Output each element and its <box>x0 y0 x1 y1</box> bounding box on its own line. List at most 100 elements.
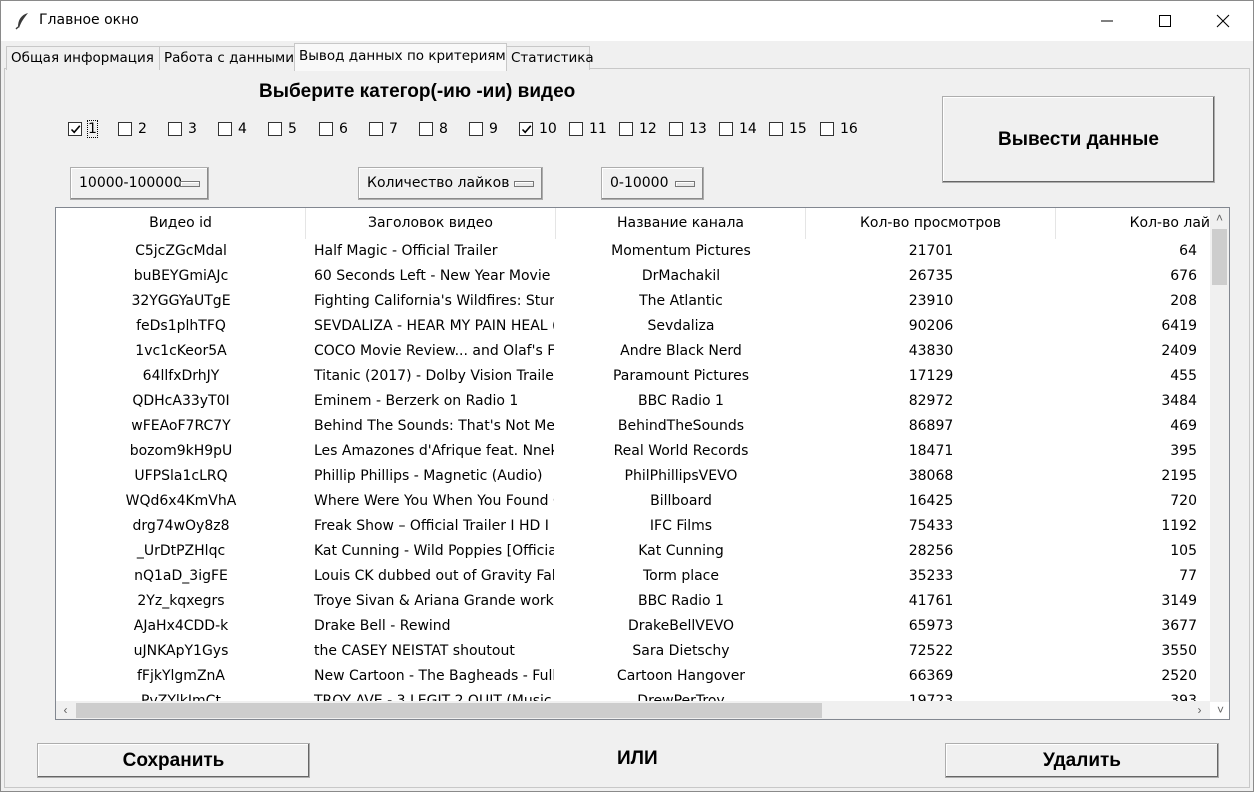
criterion-range-select[interactable]: 0-10000 <box>601 167 704 200</box>
checkbox-unchecked-icon[interactable] <box>419 122 433 136</box>
cell-title: Phillip Phillips - Magnetic (Audio) <box>314 468 543 484</box>
show-data-button[interactable]: Вывести данные <box>942 96 1215 183</box>
checkbox-unchecked-icon[interactable] <box>820 122 834 136</box>
maximize-button[interactable] <box>1136 1 1194 41</box>
checkbox-unchecked-icon[interactable] <box>118 122 132 136</box>
checkbox-unchecked-icon[interactable] <box>369 122 383 136</box>
views-range-select[interactable]: 10000-100000 <box>70 167 209 200</box>
checkbox-unchecked-icon[interactable] <box>669 122 683 136</box>
cell-views: 86897 <box>908 418 954 434</box>
column-header-channel[interactable]: Название канала <box>556 208 806 239</box>
category-checkbox-label: 15 <box>789 121 807 137</box>
check-mark-icon <box>70 125 81 134</box>
table-row[interactable]: uJNKApY1Gys the CASEY NEISTAT shoutout Sar… <box>56 639 1210 664</box>
cell-video-id: 1vc1cKeor5A <box>135 343 227 359</box>
results-table[interactable]: Видео id Заголовок видео Название канала… <box>55 207 1230 720</box>
cell-views: 26735 <box>908 268 954 284</box>
views-range-value: 10000-100000 <box>79 175 183 191</box>
cell-channel: Real World Records <box>613 443 749 459</box>
scroll-left-icon[interactable]: ‹ <box>57 702 74 719</box>
checkbox-unchecked-icon[interactable] <box>769 122 783 136</box>
checkbox-unchecked-icon[interactable] <box>319 122 333 136</box>
checkbox-unchecked-icon[interactable] <box>569 122 583 136</box>
table-row[interactable]: AJaHx4CDD-k Drake Bell - Rewind DrakeBellV… <box>56 614 1210 639</box>
scroll-up-icon[interactable]: ˄ <box>1211 210 1228 227</box>
tab-output-by-criteria[interactable]: Вывод данных по критериям <box>294 43 507 71</box>
option-menu-indicator-icon <box>180 181 200 187</box>
column-header-views[interactable]: Кол-во просмотров <box>806 208 1056 239</box>
scroll-down-icon[interactable]: ˅ <box>1212 702 1229 719</box>
cell-likes: 6419 <box>1161 318 1197 334</box>
cell-views: 28256 <box>908 543 954 559</box>
tab-label: Вывод данных по критериям <box>299 48 506 64</box>
checkbox-unchecked-icon[interactable] <box>218 122 232 136</box>
cell-title: Louis CK dubbed out of Gravity Falls <box>314 568 554 584</box>
table-row[interactable]: nQ1aD_3igFE Louis CK dubbed out of Gravit… <box>56 564 1210 589</box>
table-row[interactable]: 64llfxDrhJY Titanic (2017) - Dolby Vision… <box>56 364 1210 389</box>
cell-channel: Kat Cunning <box>638 543 724 559</box>
cell-likes: 720 <box>1170 493 1197 509</box>
table-row[interactable]: fFjkYlgmZnA New Cartoon - The Bagheads - … <box>56 664 1210 689</box>
table-row[interactable]: WQd6x4KmVhA Where Were You When You Found… <box>56 489 1210 514</box>
table-row[interactable]: C5jcZGcMdal Half Magic - Official Trailer… <box>56 239 1210 264</box>
cell-video-id: WQd6x4KmVhA <box>125 493 237 509</box>
checkbox-checked-icon[interactable] <box>68 122 82 136</box>
cell-video-id: C5jcZGcMdal <box>135 243 227 259</box>
tab-general-info[interactable]: Общая информация <box>6 46 160 70</box>
checkbox-unchecked-icon[interactable] <box>719 122 733 136</box>
cell-channel: PhilPhillipsVEVO <box>624 468 738 484</box>
tab-statistics[interactable]: Статистика <box>506 46 594 70</box>
save-button[interactable]: Сохранить <box>37 743 310 778</box>
table-row[interactable]: 2Yz_kqxegrs Troye Sivan & Ariana Grande w… <box>56 589 1210 614</box>
close-button[interactable] <box>1194 1 1252 41</box>
tab-data-work[interactable]: Работа с данными <box>159 46 295 70</box>
cell-likes: 3149 <box>1161 593 1197 609</box>
table-row[interactable]: UFPSla1cLRQ Phillip Phillips - Magnetic (… <box>56 464 1210 489</box>
column-header-title[interactable]: Заголовок видео <box>306 208 556 239</box>
horizontal-scrollbar[interactable]: ‹ › <box>56 701 1210 719</box>
minimize-button[interactable] <box>1078 1 1136 41</box>
table-row[interactable]: 32YGGYaUTgE Fighting California's Wildfir… <box>56 289 1210 314</box>
category-checkbox-label: 5 <box>288 121 297 137</box>
checkbox-checked-icon[interactable] <box>519 122 533 136</box>
cell-video-id: 32YGGYaUTgE <box>131 293 231 309</box>
cell-title: New Cartoon - The Bagheads - Full E <box>314 668 554 684</box>
title-bar[interactable]: Главное окно <box>1 1 1253 41</box>
table-row[interactable]: bozom9kH9pU Les Amazones d'Afrique feat. … <box>56 439 1210 464</box>
main-window: Главное окно Общая информация Работа с д… <box>0 0 1254 792</box>
column-header-video-id[interactable]: Видео id <box>56 208 306 239</box>
table-row[interactable]: buBEYGmiAJc 60 Seconds Left - New Year Mo… <box>56 264 1210 289</box>
checkbox-unchecked-icon[interactable] <box>619 122 633 136</box>
cell-views: 72522 <box>908 643 954 659</box>
vertical-scrollbar[interactable]: ˄ <box>1210 208 1229 702</box>
checkbox-unchecked-icon[interactable] <box>469 122 483 136</box>
checkbox-unchecked-icon[interactable] <box>268 122 282 136</box>
cell-title: Les Amazones d'Afrique feat. Nneka <box>314 443 554 459</box>
cell-views: 75433 <box>908 518 954 534</box>
cell-title: Freak Show – Official Trailer I HD I IFC <box>314 518 554 534</box>
table-row[interactable]: wFEAoF7RC7Y Behind The Sounds: That's Not… <box>56 414 1210 439</box>
category-checkbox-label: 2 <box>138 121 147 137</box>
cell-channel: IFC Films <box>649 518 713 534</box>
delete-button[interactable]: Удалить <box>945 743 1219 778</box>
table-row[interactable]: QDHcA33yT0I Eminem - Berzerk on Radio 1 BB… <box>56 389 1210 414</box>
vertical-scroll-thumb[interactable] <box>1212 229 1227 285</box>
scroll-right-icon[interactable]: › <box>1191 702 1208 719</box>
table-row[interactable]: feDs1plhTFQ SEVDALIZA - HEAR MY PAIN HEAL… <box>56 314 1210 339</box>
criterion-select[interactable]: Количество лайков <box>358 167 543 200</box>
cell-channel: Paramount Pictures <box>612 368 750 384</box>
option-menu-indicator-icon <box>514 181 534 187</box>
table-row[interactable]: 1vc1cKeor5A COCO Movie Review... and Olaf… <box>56 339 1210 364</box>
cell-title: SEVDALIZA - HEAR MY PAIN HEAL (4 <box>314 318 554 334</box>
cell-video-id: drg74wOy8z8 <box>132 518 230 534</box>
cell-likes: 676 <box>1170 268 1197 284</box>
cell-channel: DrMachakil <box>641 268 721 284</box>
table-row[interactable]: drg74wOy8z8 Freak Show – Official Trailer… <box>56 514 1210 539</box>
column-header-likes[interactable]: Кол-во лай <box>1056 208 1216 239</box>
cell-views: 18471 <box>908 443 954 459</box>
horizontal-scroll-thumb[interactable] <box>76 703 822 718</box>
checkbox-unchecked-icon[interactable] <box>168 122 182 136</box>
table-row[interactable]: _UrDtPZHlqc Kat Cunning - Wild Poppies [O… <box>56 539 1210 564</box>
cell-title: Behind The Sounds: That's Not Me <box>314 418 554 434</box>
cell-views: 23910 <box>908 293 954 309</box>
